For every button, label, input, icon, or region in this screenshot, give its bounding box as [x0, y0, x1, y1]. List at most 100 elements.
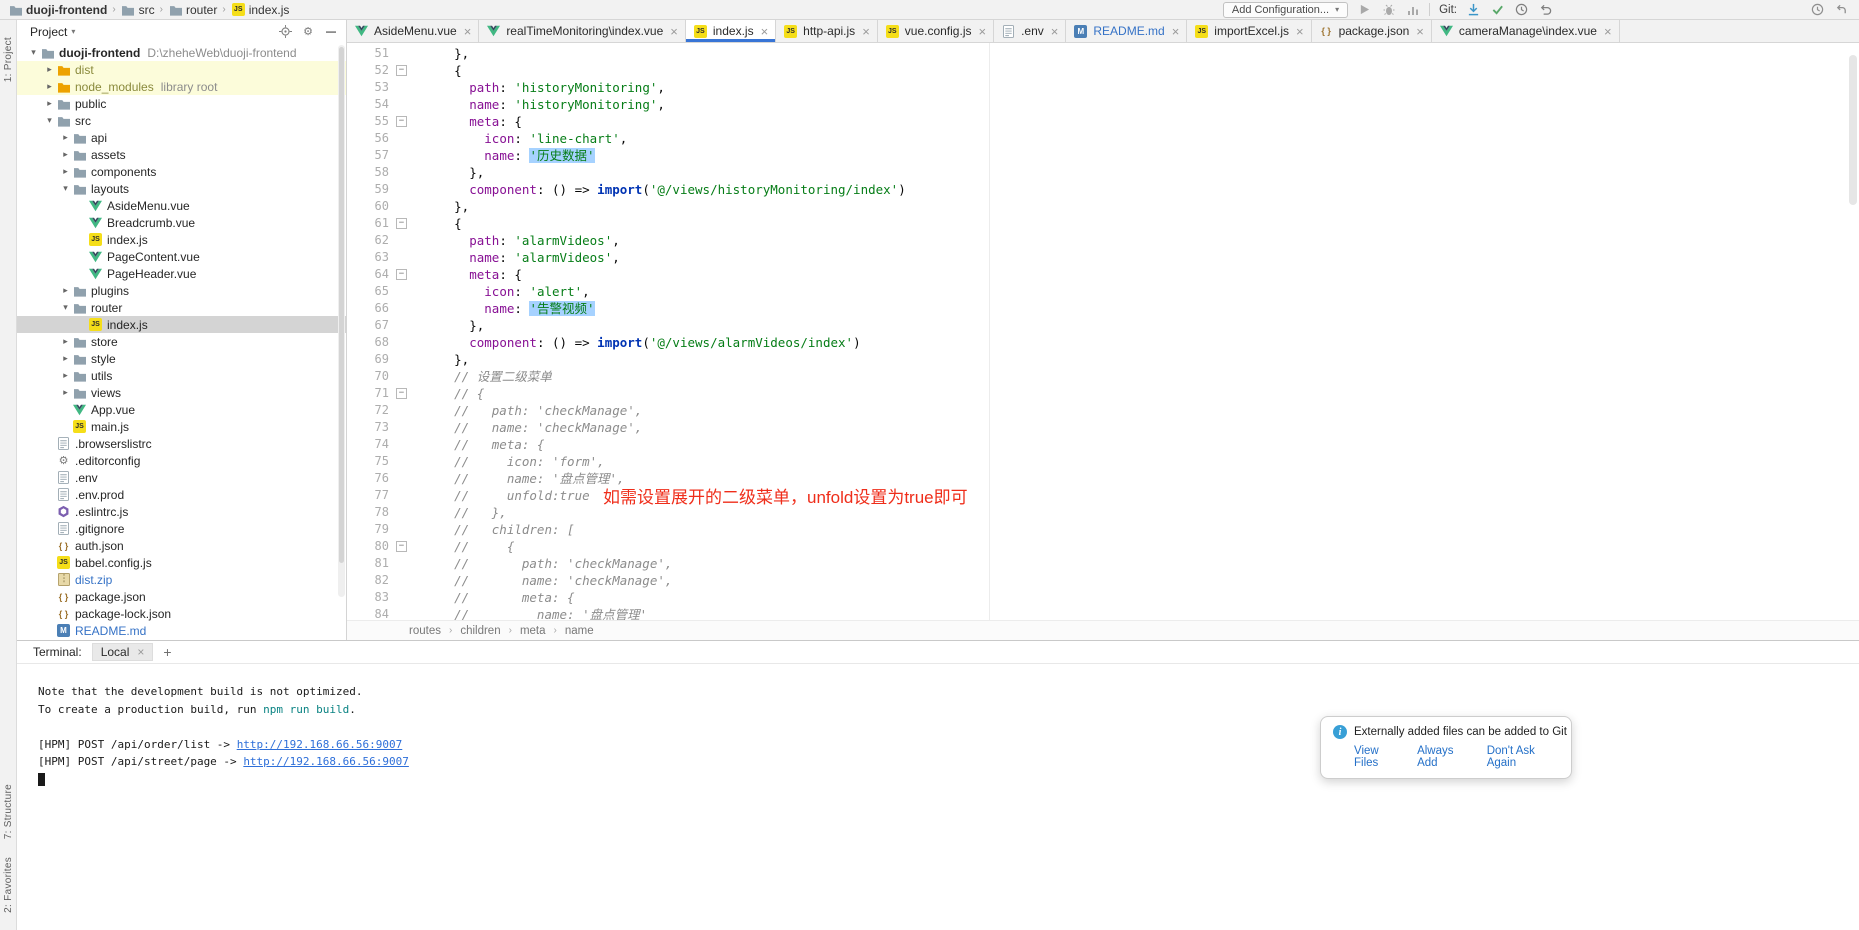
project-scrollbar[interactable] — [338, 45, 345, 597]
editor-breadcrumb-name[interactable]: name — [565, 625, 594, 637]
tree-item-gitignore[interactable]: .gitignore — [17, 520, 346, 537]
tree-item-index-js[interactable]: JSindex.js — [17, 231, 346, 248]
tree-item-browserslistrc[interactable]: .browserslistrc — [17, 435, 346, 452]
chevron-collapsed-icon[interactable]: ▸ — [59, 370, 72, 381]
tree-item-main-js[interactable]: JSmain.js — [17, 418, 346, 435]
tab-close-icon[interactable]: × — [761, 25, 769, 38]
editor-breadcrumb-routes[interactable]: routes — [409, 625, 441, 637]
tab-close-icon[interactable]: × — [1296, 25, 1304, 38]
tab-close-icon[interactable]: × — [670, 25, 678, 38]
clock-icon[interactable] — [1810, 2, 1825, 17]
add-configuration-button[interactable]: Add Configuration... ▾ — [1223, 2, 1348, 18]
tree-item-api[interactable]: ▸api — [17, 129, 346, 146]
editor-tab-readme-md[interactable]: MREADME.md× — [1066, 20, 1187, 42]
history-icon[interactable] — [1514, 2, 1529, 17]
breadcrumb-item-index-js[interactable]: JSindex.js — [229, 3, 292, 17]
close-icon[interactable]: × — [137, 646, 144, 658]
editor-tab-cameramanage-index-vue[interactable]: cameraManage\index.vue× — [1432, 20, 1620, 42]
tree-item-utils[interactable]: ▸utils — [17, 367, 346, 384]
editor-breadcrumb-meta[interactable]: meta — [520, 625, 546, 637]
tree-item-duoji-frontend[interactable]: ▾duoji-frontendD:\zheheWeb\duoji-fronten… — [17, 44, 346, 61]
tool-stripe-2-favorites[interactable]: 2: Favorites — [3, 848, 14, 922]
update-icon[interactable] — [1466, 2, 1481, 17]
play-icon[interactable] — [1357, 2, 1372, 17]
tree-item-plugins[interactable]: ▸plugins — [17, 282, 346, 299]
tree-item-src[interactable]: ▾src — [17, 112, 346, 129]
tree-item-package-json[interactable]: { }package.json — [17, 588, 346, 605]
code-editor[interactable]: 51 },52 {53 path: 'historyMonitoring',54… — [347, 43, 1859, 620]
editor-tab-realtimemonitoring-index-vue[interactable]: realTimeMonitoring\index.vue× — [479, 20, 686, 42]
tree-item-auth-json[interactable]: { }auth.json — [17, 537, 346, 554]
tree-item-eslintrc-js[interactable]: .eslintrc.js — [17, 503, 346, 520]
terminal-link[interactable]: http://192.168.66.56:9007 — [243, 755, 409, 768]
chevron-collapsed-icon[interactable]: ▸ — [59, 353, 72, 364]
tree-item-layouts[interactable]: ▾layouts — [17, 180, 346, 197]
profiler-icon[interactable] — [1405, 2, 1420, 17]
terminal-link[interactable]: http://192.168.66.56:9007 — [237, 738, 403, 751]
fold-marker-icon[interactable] — [393, 62, 409, 79]
chevron-collapsed-icon[interactable]: ▸ — [59, 166, 72, 177]
editor-tab-package-json[interactable]: { }package.json× — [1312, 20, 1432, 42]
tree-item-dist[interactable]: ▸dist — [17, 61, 346, 78]
chevron-collapsed-icon[interactable]: ▸ — [43, 98, 56, 109]
tab-close-icon[interactable]: × — [1416, 25, 1424, 38]
tree-item-babel-config-js[interactable]: JSbabel.config.js — [17, 554, 346, 571]
notification-action-always-add[interactable]: Always Add — [1417, 745, 1471, 769]
tree-item-index-js[interactable]: JSindex.js — [17, 316, 346, 333]
editor-scrollbar[interactable] — [1849, 55, 1857, 205]
chevron-expanded-icon[interactable]: ▾ — [27, 47, 40, 58]
breadcrumb-item-router[interactable]: router — [166, 3, 219, 17]
tab-close-icon[interactable]: × — [464, 25, 472, 38]
editor-tab-importexcel-js[interactable]: JSimportExcel.js× — [1187, 20, 1311, 42]
tree-item-app-vue[interactable]: App.vue — [17, 401, 346, 418]
tree-item-readme-md[interactable]: MREADME.md — [17, 622, 346, 639]
tree-item-pagecontent-vue[interactable]: PageContent.vue — [17, 248, 346, 265]
tab-close-icon[interactable]: × — [1051, 25, 1059, 38]
fold-marker-icon[interactable] — [393, 538, 409, 555]
locate-icon[interactable] — [278, 25, 292, 39]
chevron-collapsed-icon[interactable]: ▸ — [59, 149, 72, 160]
back-icon[interactable] — [1834, 2, 1849, 17]
tab-close-icon[interactable]: × — [862, 25, 870, 38]
editor-tab-env[interactable]: .env× — [994, 20, 1066, 42]
tree-item-pageheader-vue[interactable]: PageHeader.vue — [17, 265, 346, 282]
tool-stripe-1-project[interactable]: 1: Project — [3, 28, 14, 91]
project-view-dropdown[interactable]: Project ▾ — [30, 25, 75, 39]
editor-breadcrumb-children[interactable]: children — [460, 625, 500, 637]
chevron-collapsed-icon[interactable]: ▸ — [59, 336, 72, 347]
chevron-expanded-icon[interactable]: ▾ — [59, 302, 72, 313]
tree-item-public[interactable]: ▸public — [17, 95, 346, 112]
tree-item-views[interactable]: ▸views — [17, 384, 346, 401]
tree-item-router[interactable]: ▾router — [17, 299, 346, 316]
terminal-output[interactable]: Note that the development build is not o… — [17, 664, 1859, 930]
tree-item-package-lock-json[interactable]: { }package-lock.json — [17, 605, 346, 622]
rollback-icon[interactable] — [1538, 2, 1553, 17]
hide-icon[interactable] — [324, 25, 338, 39]
editor-tab-index-js[interactable]: JSindex.js× — [686, 20, 776, 42]
chevron-collapsed-icon[interactable]: ▸ — [59, 285, 72, 296]
editor-tab-http-api-js[interactable]: JShttp-api.js× — [776, 20, 878, 42]
notification-action-don-t-ask-again[interactable]: Don't Ask Again — [1487, 745, 1559, 769]
tab-close-icon[interactable]: × — [1604, 25, 1612, 38]
chevron-expanded-icon[interactable]: ▾ — [43, 115, 56, 126]
fold-marker-icon[interactable] — [393, 215, 409, 232]
tree-item-env[interactable]: .env — [17, 469, 346, 486]
fold-marker-icon[interactable] — [393, 266, 409, 283]
chevron-collapsed-icon[interactable]: ▸ — [59, 387, 72, 398]
terminal-tab-local[interactable]: Local × — [92, 643, 154, 661]
breadcrumb-item-src[interactable]: src — [119, 3, 157, 17]
commit-icon[interactable] — [1490, 2, 1505, 17]
chevron-expanded-icon[interactable]: ▾ — [59, 183, 72, 194]
tab-close-icon[interactable]: × — [978, 25, 986, 38]
tree-item-env-prod[interactable]: .env.prod — [17, 486, 346, 503]
chevron-collapsed-icon[interactable]: ▸ — [59, 132, 72, 143]
tree-item-dist-zip[interactable]: dist.zip — [17, 571, 346, 588]
breadcrumb-item-duoji-frontend[interactable]: duoji-frontend — [6, 3, 109, 17]
tab-close-icon[interactable]: × — [1172, 25, 1180, 38]
tree-item-assets[interactable]: ▸assets — [17, 146, 346, 163]
tree-item-components[interactable]: ▸components — [17, 163, 346, 180]
settings-icon[interactable]: ⚙ — [301, 25, 315, 39]
tree-item-editorconfig[interactable]: ⚙.editorconfig — [17, 452, 346, 469]
tool-stripe-7-structure[interactable]: 7: Structure — [3, 775, 14, 848]
tree-item-style[interactable]: ▸style — [17, 350, 346, 367]
